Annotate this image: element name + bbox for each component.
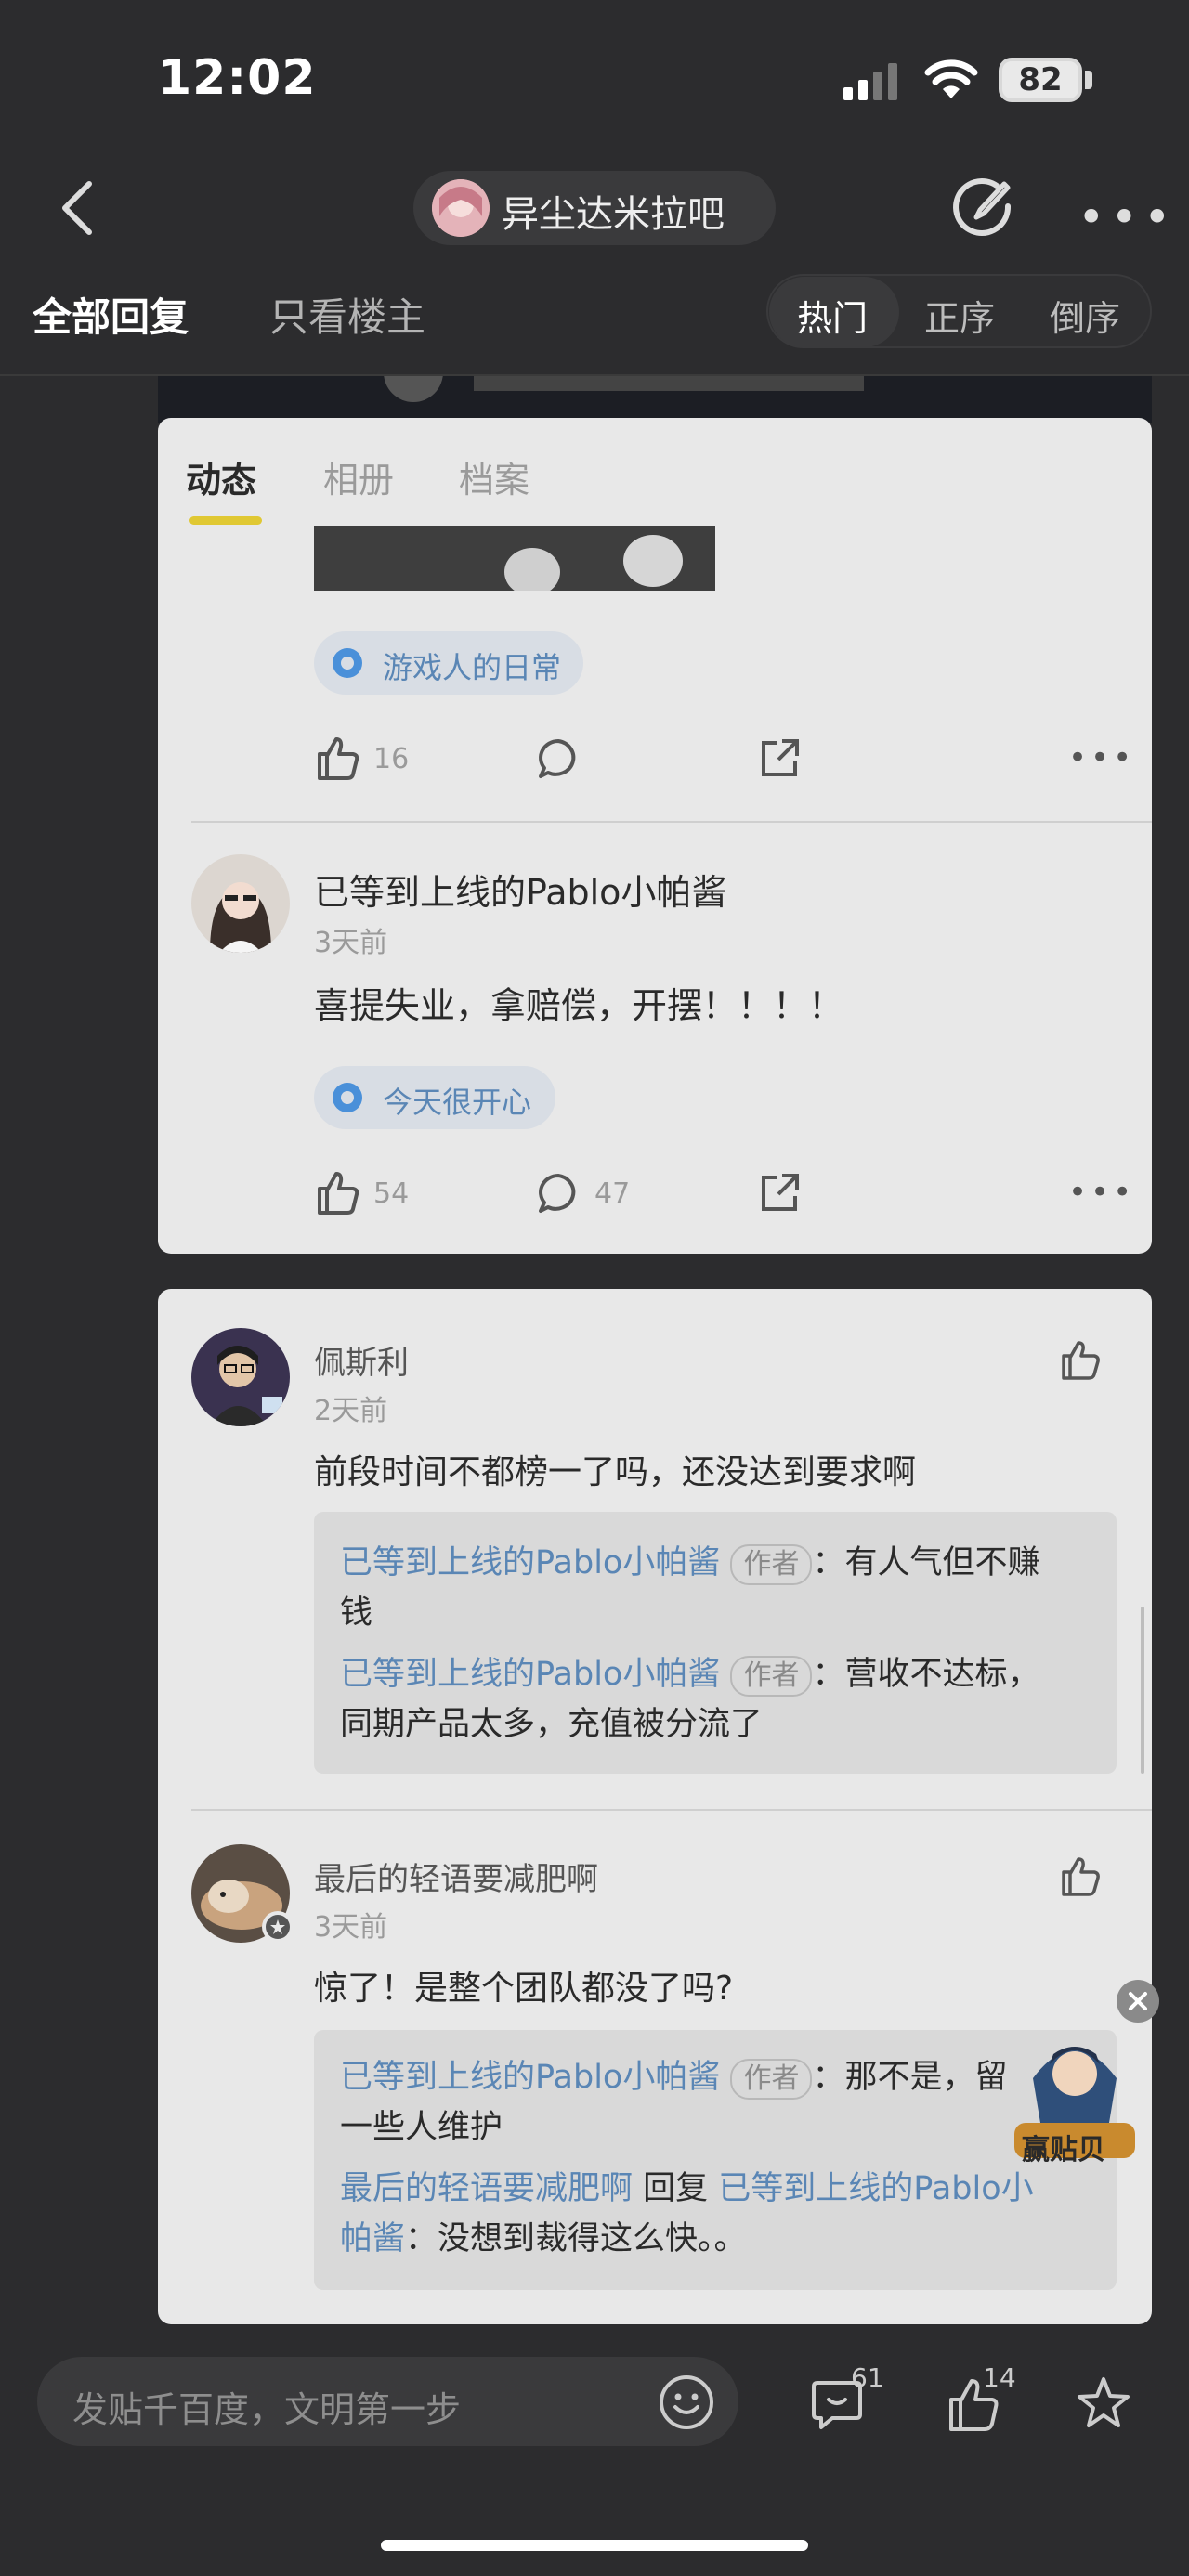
active-tab-underline bbox=[189, 516, 262, 525]
author-badge: 作者 bbox=[730, 1656, 813, 1697]
sort-hot-label: 热门 bbox=[797, 298, 869, 339]
like-icon[interactable] bbox=[314, 735, 360, 782]
forum-name: 异尘达米拉吧 bbox=[502, 193, 725, 236]
sub-reply-author[interactable]: 已等到上线的Pablo小帕酱 bbox=[340, 1656, 720, 1693]
emoji-icon[interactable] bbox=[658, 2374, 715, 2431]
post-content: 喜提失业，拿赔偿，开摆！！！！ bbox=[314, 985, 844, 1026]
like-icon[interactable] bbox=[314, 1170, 360, 1216]
comment-divider bbox=[191, 1809, 1152, 1811]
topic-icon bbox=[331, 646, 364, 680]
promo-label: 赢贴贝 bbox=[1022, 2134, 1105, 2166]
profile-tab-album[interactable]: 相册 bbox=[323, 451, 394, 502]
profile-tab-dynamics[interactable]: 动态 bbox=[186, 451, 256, 502]
forum-avatar bbox=[432, 179, 490, 237]
comment-content: 前段时间不都榜一了吗，还没达到要求啊 bbox=[314, 1453, 917, 1491]
comment-count: 47 bbox=[594, 1177, 631, 1210]
battery-indicator: 82 bbox=[999, 58, 1082, 102]
avatar[interactable] bbox=[191, 1328, 290, 1426]
star-icon[interactable] bbox=[1074, 2374, 1133, 2433]
wifi-icon bbox=[924, 58, 978, 100]
comment-content: 惊了！是整个团队都没了吗? bbox=[314, 1970, 734, 2008]
comment-like-icon[interactable] bbox=[1059, 1855, 1102, 1898]
sub-reply: 已等到上线的Pablo小帕酱 作者 ：有人气但不赚 钱 bbox=[340, 1538, 1102, 1638]
sub-reply: 已等到上线的Pablo小帕酱 作者 ：营收不达标， 同期产品太多，充值被分流了 bbox=[340, 1649, 1102, 1750]
like-count-badge: 14 bbox=[983, 2362, 1016, 2393]
tab-all-replies[interactable]: 全部回复 bbox=[33, 286, 189, 343]
back-icon[interactable] bbox=[58, 178, 98, 238]
sub-reply-author[interactable]: 已等到上线的Pablo小帕酱 bbox=[340, 2059, 720, 2096]
author-badge: 作者 bbox=[730, 1544, 813, 1585]
topic-tag-label: 今天很开心 bbox=[383, 1085, 532, 1120]
close-icon[interactable] bbox=[1117, 1980, 1159, 2023]
post-more-icon[interactable]: ••• bbox=[1068, 739, 1135, 776]
avatar[interactable] bbox=[191, 854, 290, 953]
reply-input-placeholder: 发贴千百度，文明第一步 bbox=[72, 2389, 462, 2430]
sort-seq-button[interactable]: 正序 bbox=[924, 290, 995, 341]
reply-target[interactable]: 已等到上线的Pablo小 bbox=[718, 2170, 1033, 2207]
post-time: 3天前 bbox=[314, 927, 388, 959]
embedded-screenshot-top bbox=[158, 376, 1152, 423]
sub-reply-text: 同期产品太多，充值被分流了 bbox=[340, 1706, 764, 1743]
share-icon[interactable] bbox=[758, 737, 801, 780]
post-more-icon[interactable]: ••• bbox=[1068, 1174, 1135, 1211]
sub-reply-text: ：营收不达标， bbox=[812, 1656, 1040, 1693]
post-author[interactable]: 已等到上线的Pablo小帕酱 bbox=[314, 864, 726, 915]
comment-author[interactable]: 最后的轻语要减肥啊 bbox=[314, 1854, 598, 1899]
sub-reply: 已等到上线的Pablo小帕酱 作者 ：那不是，留 一些人维护 bbox=[340, 2052, 1102, 2153]
tab-op-only[interactable]: 只看楼主 bbox=[269, 286, 425, 343]
share-icon[interactable] bbox=[758, 1172, 801, 1215]
comment-time: 3天前 bbox=[314, 1911, 388, 1944]
sub-reply-text: ：那不是，留 bbox=[812, 2059, 1008, 2096]
sub-reply-text: ：有人气但不赚 bbox=[812, 1544, 1040, 1581]
post-image[interactable] bbox=[314, 526, 715, 591]
author-badge: 作者 bbox=[730, 2059, 813, 2100]
comment-time: 2天前 bbox=[314, 1395, 388, 1427]
comment-icon[interactable] bbox=[537, 1172, 580, 1215]
sub-reply-author[interactable]: 已等到上线的Pablo小帕酱 bbox=[340, 1544, 720, 1581]
post-divider bbox=[191, 821, 1152, 823]
profile-tab-archive[interactable]: 档案 bbox=[459, 451, 529, 502]
sort-rev-button[interactable]: 倒序 bbox=[1050, 290, 1120, 341]
comment-author[interactable]: 佩斯利 bbox=[314, 1337, 409, 1383]
status-time: 12:02 bbox=[158, 50, 317, 106]
compose-icon[interactable] bbox=[952, 175, 1015, 238]
comment-count-badge: 61 bbox=[851, 2362, 884, 2393]
reply-connector: 回复 bbox=[633, 2170, 719, 2207]
battery-tip bbox=[1085, 71, 1092, 89]
sub-reply-text: ：没想到裁得这么快。。 bbox=[405, 2220, 747, 2257]
like-count: 54 bbox=[373, 1177, 410, 1210]
sub-reply-text: 一些人维护 bbox=[340, 2109, 503, 2146]
comment-like-icon[interactable] bbox=[1059, 1339, 1102, 1382]
verified-badge-icon bbox=[262, 1911, 294, 1943]
sub-reply-author[interactable]: 最后的轻语要减肥啊 bbox=[340, 2170, 633, 2207]
sub-reply: 最后的轻语要减肥啊 回复 已等到上线的Pablo小 帕酱：没想到裁得这么快。。 bbox=[340, 2164, 1102, 2264]
home-indicator bbox=[381, 2540, 808, 2551]
reply-target[interactable]: 帕酱 bbox=[340, 2220, 405, 2257]
topic-icon bbox=[331, 1081, 364, 1114]
comment-icon[interactable] bbox=[537, 737, 580, 780]
sub-reply-text: 钱 bbox=[340, 1594, 373, 1632]
like-count: 16 bbox=[373, 743, 410, 775]
scrollbar[interactable] bbox=[1141, 1607, 1144, 1774]
cellular-signal-icon bbox=[843, 63, 903, 100]
more-menu-icon[interactable]: ••• bbox=[1078, 190, 1176, 244]
topic-tag-label: 游戏人的日常 bbox=[383, 650, 562, 685]
